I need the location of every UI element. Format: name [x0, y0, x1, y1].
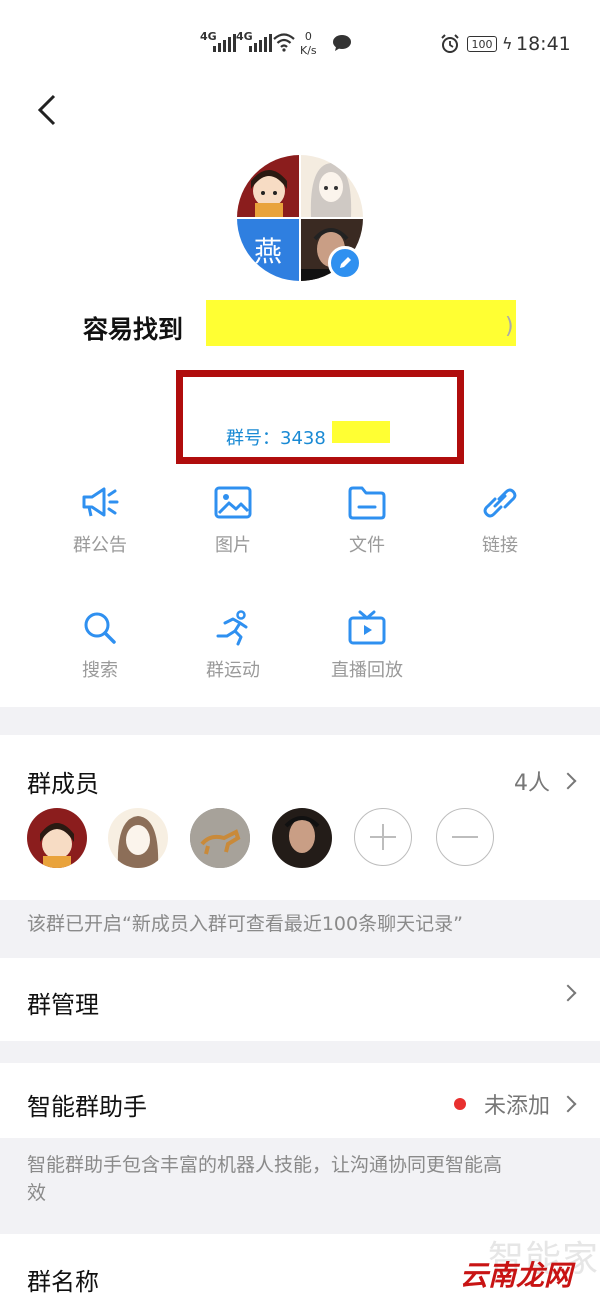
feature-label: 链接 — [482, 535, 518, 556]
feature-links[interactable]: 链接 — [435, 485, 565, 557]
group-management-title[interactable]: 群管理 — [27, 985, 99, 1020]
member-avatar[interactable] — [108, 808, 168, 868]
feature-sports[interactable]: 群运动 — [168, 610, 298, 682]
group-id[interactable]: 群号：3438 — [226, 424, 326, 450]
add-member-button[interactable] — [354, 808, 412, 866]
group-id-label: 群号： — [226, 428, 280, 449]
group-name[interactable]: 容易找到 — [83, 310, 183, 346]
tv-icon — [348, 610, 386, 645]
member-avatar[interactable] — [272, 808, 332, 868]
back-arrow-icon[interactable] — [30, 90, 70, 130]
member-avatar[interactable] — [27, 808, 87, 868]
pencil-icon — [340, 257, 351, 268]
chevron-right-icon — [559, 772, 577, 790]
search-icon — [84, 612, 116, 644]
feature-label: 文件 — [349, 535, 385, 556]
members-count-link[interactable]: 4人 — [514, 765, 577, 797]
megaphone-icon — [82, 487, 119, 517]
network-speed: 0 K/s — [300, 30, 317, 57]
members-title: 群成员 — [27, 770, 99, 798]
feature-announcement[interactable]: 群公告 — [35, 485, 165, 557]
signal-icon-1 — [213, 34, 236, 52]
wifi-icon — [273, 33, 295, 52]
redaction-name — [206, 300, 516, 346]
feature-live-replay[interactable]: 直播回放 — [302, 610, 432, 682]
status-bar: 4G 4G 0 K/s 100 ϟ 18:41 — [0, 0, 600, 90]
chevron-right-icon — [559, 984, 577, 1002]
battery-indicator: 100 — [467, 36, 497, 52]
redaction-id — [332, 421, 390, 443]
feature-label: 图片 — [215, 535, 251, 556]
feature-label: 群运动 — [206, 660, 260, 681]
feature-images[interactable]: 图片 — [168, 485, 298, 557]
running-icon — [216, 610, 248, 646]
member-avatar[interactable] — [190, 808, 250, 868]
edit-avatar-button[interactable] — [328, 246, 362, 280]
members-count: 4人 — [514, 771, 550, 796]
assistant-status-text: 未添加 — [483, 1094, 550, 1119]
chevron-right-icon — [559, 1095, 577, 1113]
feature-search[interactable]: 搜索 — [35, 610, 165, 682]
group-id-value: 3438 — [280, 428, 326, 449]
link-icon — [483, 488, 517, 518]
group-name-row-title[interactable]: 群名称 — [27, 1262, 99, 1297]
smart-assistant-title[interactable]: 智能群助手 — [27, 1087, 147, 1122]
image-icon — [214, 486, 252, 519]
folder-icon — [348, 486, 386, 520]
feature-label: 群公告 — [73, 535, 127, 556]
group-management-arrow[interactable] — [558, 984, 577, 1002]
section-divider — [0, 707, 600, 735]
message-icon — [333, 35, 351, 51]
avatar-tile-2 — [301, 155, 363, 217]
history-note: 该群已开启“新成员入群可查看最近100条聊天记录” — [27, 913, 463, 935]
clock: 18:41 — [516, 33, 571, 55]
watermark-bottom: 云南龙网 — [460, 1259, 573, 1292]
avatar-tile-3: 燕 — [237, 219, 299, 281]
alarm-icon — [441, 34, 459, 53]
feature-files[interactable]: 文件 — [302, 485, 432, 557]
assistant-description: 智能群助手包含丰富的机器人技能，让沟通协同更智能高 效 — [27, 1154, 503, 1204]
signal-icon-2 — [249, 34, 272, 52]
status-dot-icon — [453, 1098, 466, 1110]
feature-label: 搜索 — [82, 660, 118, 681]
name-suffix: ) — [505, 314, 514, 339]
remove-member-button[interactable] — [436, 808, 494, 866]
charging-icon: ϟ — [502, 34, 513, 53]
avatar-tile-1 — [237, 155, 299, 217]
smart-assistant-status[interactable]: 未添加 — [453, 1088, 577, 1120]
section-divider — [0, 1041, 600, 1063]
feature-label: 直播回放 — [331, 660, 403, 681]
